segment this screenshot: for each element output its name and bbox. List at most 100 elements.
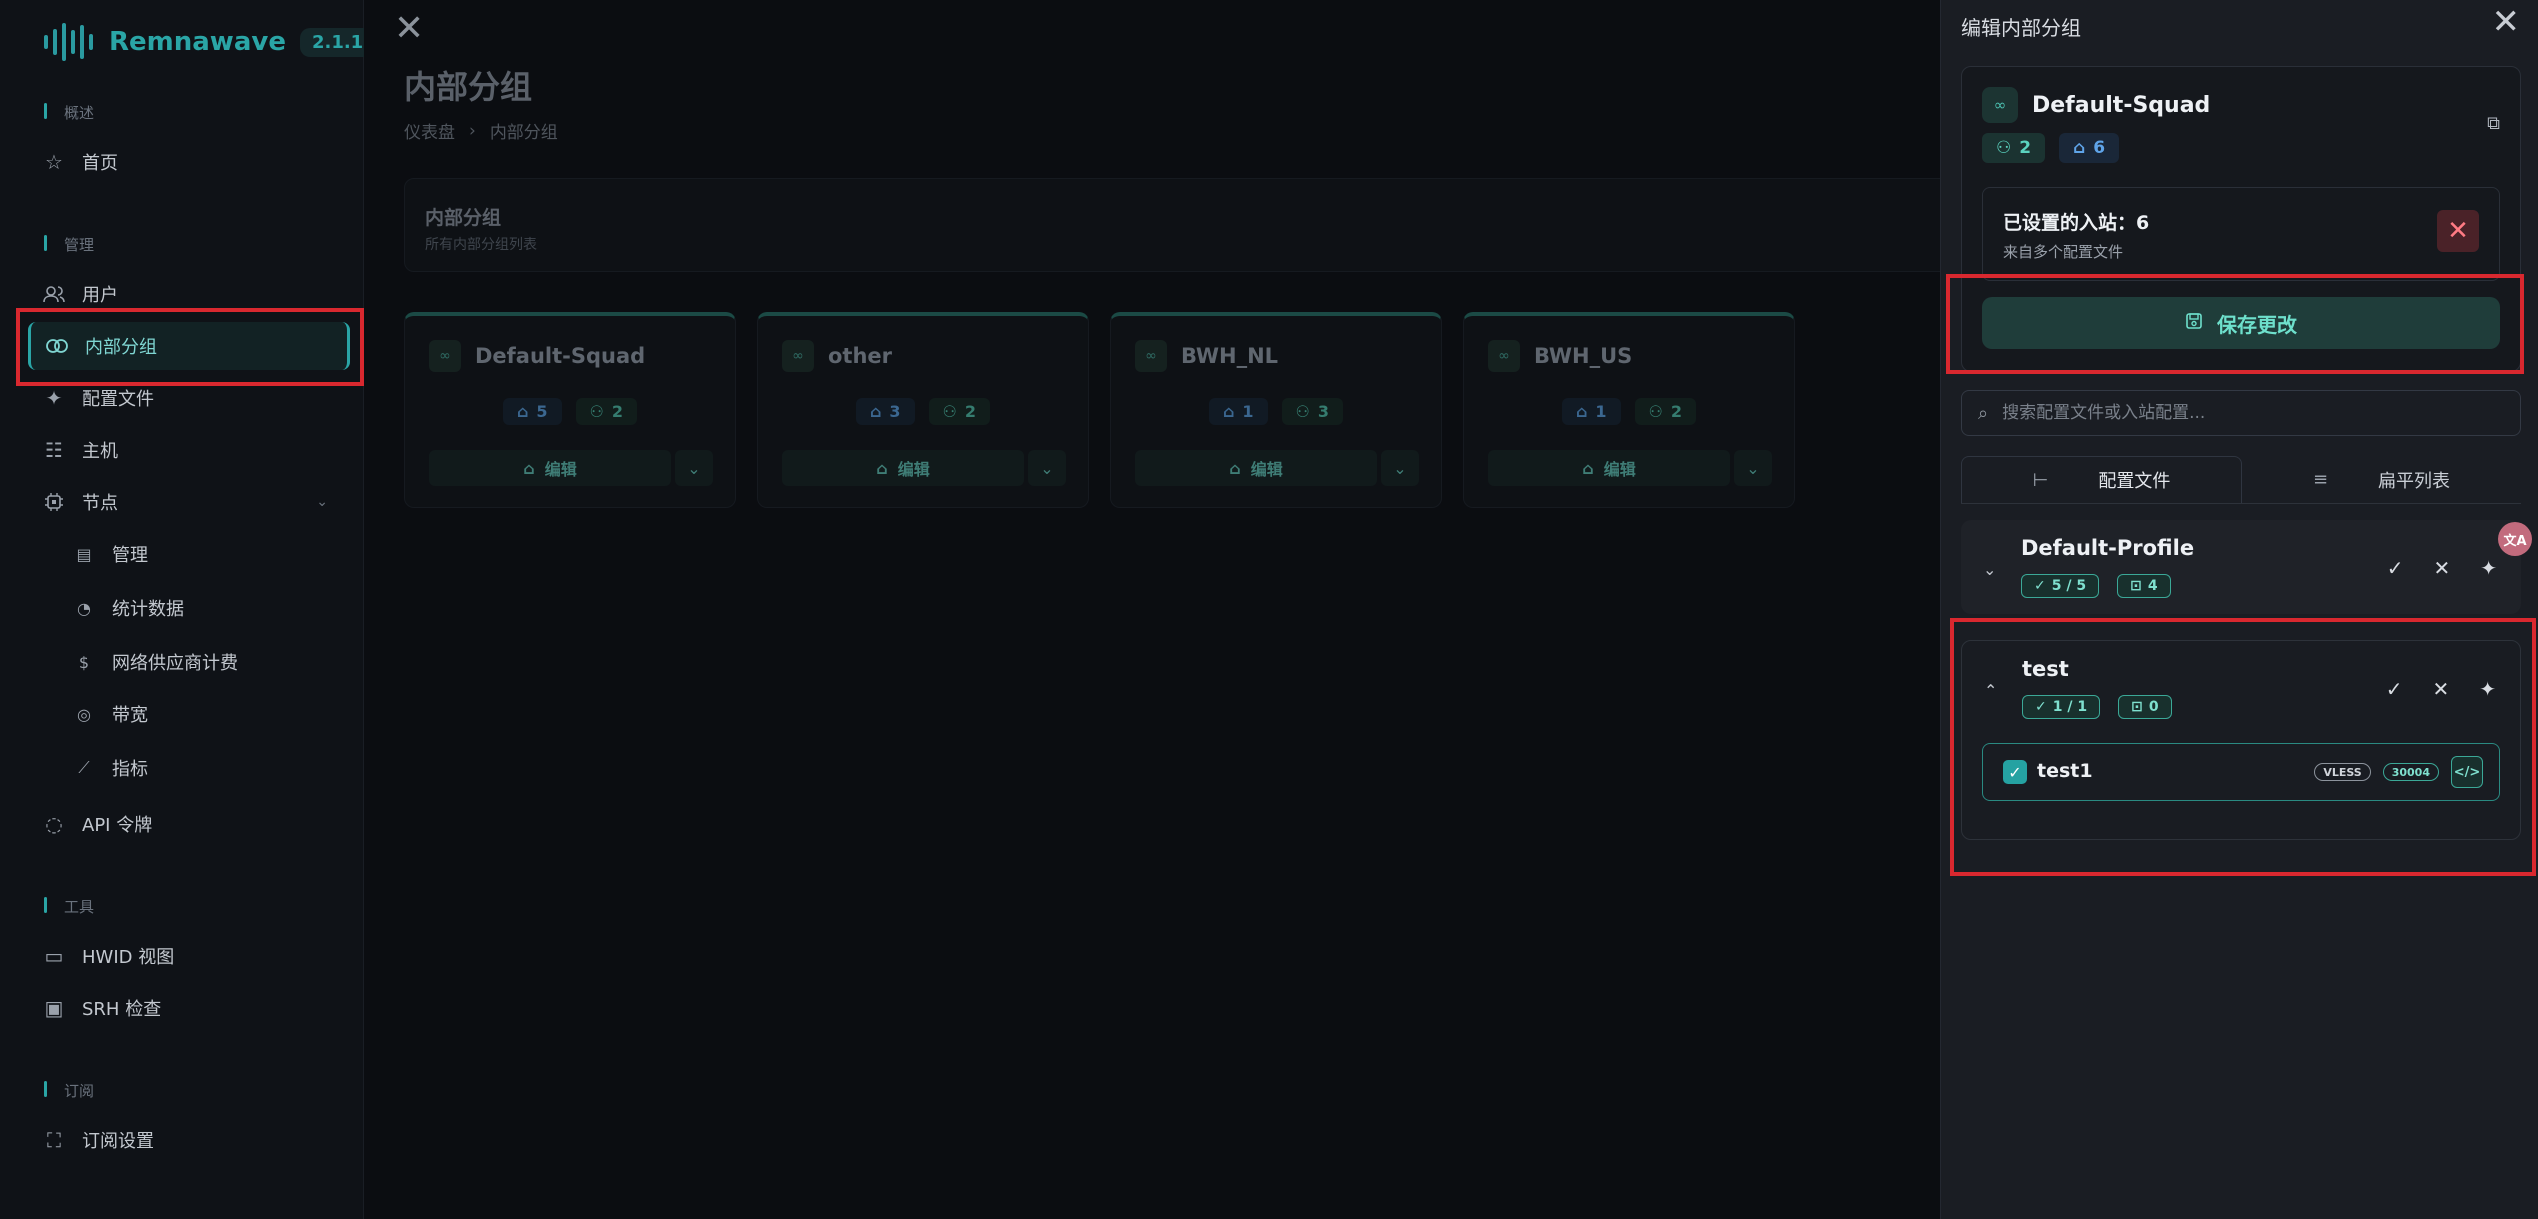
tag-icon: ⌂ [2073,138,2086,158]
nav-nodes-billing[interactable]: $ 网络供应商计费 [60,638,350,686]
sparkle-icon[interactable]: ✦ [2479,677,2496,701]
squad-name: BWH_NL [1181,344,1279,368]
close-icon[interactable]: ✕ [2492,2,2521,42]
chevron-down-icon[interactable]: ⌄ [675,450,713,486]
profile-item[interactable]: ⌃ test ✓ 1 / 1 ⊡ 0 ✓ ✕ ✦ ✓ test1 VLESS 300… [1961,640,2521,840]
drawer-title: 编辑内部分组 [1961,16,2081,40]
select-all-icon[interactable]: ✓ [2386,677,2403,701]
nav-home[interactable]: ☆ 首页 [28,138,350,186]
profile-name: test [2022,657,2069,681]
panel-subtitle: 所有内部分组列表 [425,237,537,253]
circles-icon: ∞ [782,340,814,372]
inbound-row[interactable]: ✓ test1 VLESS 30004 </> [1982,743,2500,801]
chevron-down-icon[interactable]: ⌄ [1381,450,1419,486]
sidebar: Remnawave 2.1.17 概述 ☆ 首页 管理 用户 内部分组 ✦ 配置文件… [0,0,394,1219]
deselect-all-icon[interactable]: ✕ [2433,556,2450,580]
clear-inbounds-button[interactable]: ✕ [2437,210,2479,252]
tag-icon: ⌂ [1222,402,1235,421]
server-icon: ▤ [76,544,92,564]
edit-squad-drawer: 编辑内部分组 ✕ ∞ Default-Squad ⧉ ⚇ 2 ⌂ 6 已设置的入站：… [1940,0,2538,1219]
nav-internal-squads[interactable]: 内部分组 [28,322,350,370]
check-icon: ✓ [2035,699,2047,715]
tab-flat-list[interactable]: ≡ 扁平列表 [2242,456,2521,503]
users-badge: ⚇ 2 [928,398,991,425]
nav-hosts[interactable]: ☷ 主机 [28,426,350,474]
nav-nodes-bandwidth[interactable]: ◎ 带宽 [60,690,350,738]
code-icon[interactable]: </> [2451,756,2483,788]
deselect-all-icon[interactable]: ✕ [2432,677,2449,701]
users-icon: ⚇ [1295,402,1310,421]
tag-icon: ⌂ [1229,458,1241,478]
app-name: Remnawave [109,27,286,57]
nav-nodes[interactable]: 节点 ⌄ [28,478,350,526]
squad-card[interactable]: ∞ BWH_NL ⌂ 1 ⚇ 3 ⌂ 编辑 ⌄ [1110,312,1442,508]
nav-nodes-metrics[interactable]: ⟋ 指标 [60,744,350,792]
squad-card[interactable]: ∞ Default-Squad ⌂ 5 ⚇ 2 ⌂ 编辑 ⌄ [404,312,736,508]
hierarchy-icon: ⊢ [2032,469,2049,491]
tag-icon: ⌂ [516,402,529,421]
squad-name: Default-Squad [475,344,646,368]
inbound-checkbox[interactable]: ✓ [2003,760,2027,784]
users-badge: ⚇ 2 [1634,398,1697,425]
edit-button[interactable]: ⌂ 编辑 [1488,450,1730,486]
translate-icon[interactable]: 文A [2498,522,2532,556]
chevron-down-icon[interactable]: ⌄ [1734,450,1772,486]
circles-icon: ∞ [1982,87,2018,123]
squad-name: Default-Squad [2032,92,2211,118]
edit-button[interactable]: ⌂ 编辑 [782,450,1024,486]
nav-config-profiles[interactable]: ✦ 配置文件 [28,374,350,422]
search-input[interactable] [2002,403,2483,423]
inbounds-title: 已设置的入站：6 [2003,212,2150,234]
nav-nodes-stats[interactable]: ◔ 统计数据 [60,584,350,632]
list-icon: ≡ [2312,469,2329,490]
chevron-up-icon[interactable]: ⌃ [1984,681,1997,700]
list-check-icon: ☷ [45,438,63,462]
squad-summary-card: ∞ Default-Squad ⧉ ⚇ 2 ⌂ 6 已设置的入站：6 来自多个配置文… [1961,66,2521,372]
nav-hwid[interactable]: ▭ HWID 视图 [28,932,350,980]
copy-icon[interactable]: ⧉ [2487,113,2500,134]
sparkle-icon[interactable]: ✦ [2480,556,2497,580]
nav-sub-settings[interactable]: ⛶ 订阅设置 [28,1116,350,1164]
inbounds-count-badge: ⊡ 4 [2117,574,2171,598]
nav-api-tokens[interactable]: ◌ API 令牌 [28,800,350,848]
profile-name: Default-Profile [2021,536,2195,560]
search-icon: ⌕ [1978,402,1989,424]
inbounds-subtitle: 来自多个配置文件 [2003,243,2124,261]
page-title: 内部分组 [404,68,533,106]
inbounds-count-badge: ⌂ 6 [2059,133,2120,163]
edit-button[interactable]: ⌂ 编辑 [429,450,671,486]
nav-srh[interactable]: ▣ SRH 检查 [28,984,350,1032]
scan-icon: ⛶ [47,1128,61,1152]
users-badge: ⚇ 2 [575,398,638,425]
profile-item[interactable]: ⌄ Default-Profile ✓ 5 / 5 ⊡ 4 ✓ ✕ ✦ [1961,520,2521,614]
chevron-down-icon[interactable]: ⌄ [1983,560,1996,579]
nav-users[interactable]: 用户 [28,270,350,318]
squad-card[interactable]: ∞ other ⌂ 3 ⚇ 2 ⌂ 编辑 ⌄ [757,312,1089,508]
users-icon: ⚇ [1996,138,2012,158]
gauge-icon: ◎ [77,704,91,724]
logo-icon [44,20,93,64]
save-changes-button[interactable]: 保存更改 [1982,297,2500,349]
configured-inbounds-box: 已设置的入站：6 来自多个配置文件 ✕ [1982,187,2500,281]
users-icon: ⚇ [589,402,604,421]
overlay-close-icon[interactable]: ✕ [394,8,424,49]
chevron-down-icon[interactable]: ⌄ [1028,450,1066,486]
nav-nodes-manage[interactable]: ▤ 管理 [60,530,350,578]
search-field[interactable]: ⌕ [1961,390,2521,436]
select-all-icon[interactable]: ✓ [2387,556,2404,580]
tag-icon: ⌂ [1582,458,1594,478]
tab-config-profiles[interactable]: ⊢ 配置文件 [1961,456,2242,503]
logo[interactable]: Remnawave 2.1.17 [44,20,394,64]
breadcrumb-dashboard[interactable]: 仪表盘 [404,118,455,143]
inbounds-count-badge: ⊡ 0 [2118,695,2172,719]
section-manage: 管理 [44,234,94,255]
check-icon: ✓ [2034,578,2046,594]
squad-card[interactable]: ∞ BWH_US ⌂ 1 ⚇ 2 ⌂ 编辑 ⌄ [1463,312,1795,508]
selected-count-badge: ✓ 1 / 1 [2022,695,2101,719]
line-chart-icon: ⟋ [78,758,90,777]
edit-button[interactable]: ⌂ 编辑 [1135,450,1377,486]
circles-icon: ∞ [429,340,461,372]
circles-icon: ∞ [1135,340,1167,372]
users-icon [42,282,66,306]
port-tag: 30004 [2382,763,2439,781]
